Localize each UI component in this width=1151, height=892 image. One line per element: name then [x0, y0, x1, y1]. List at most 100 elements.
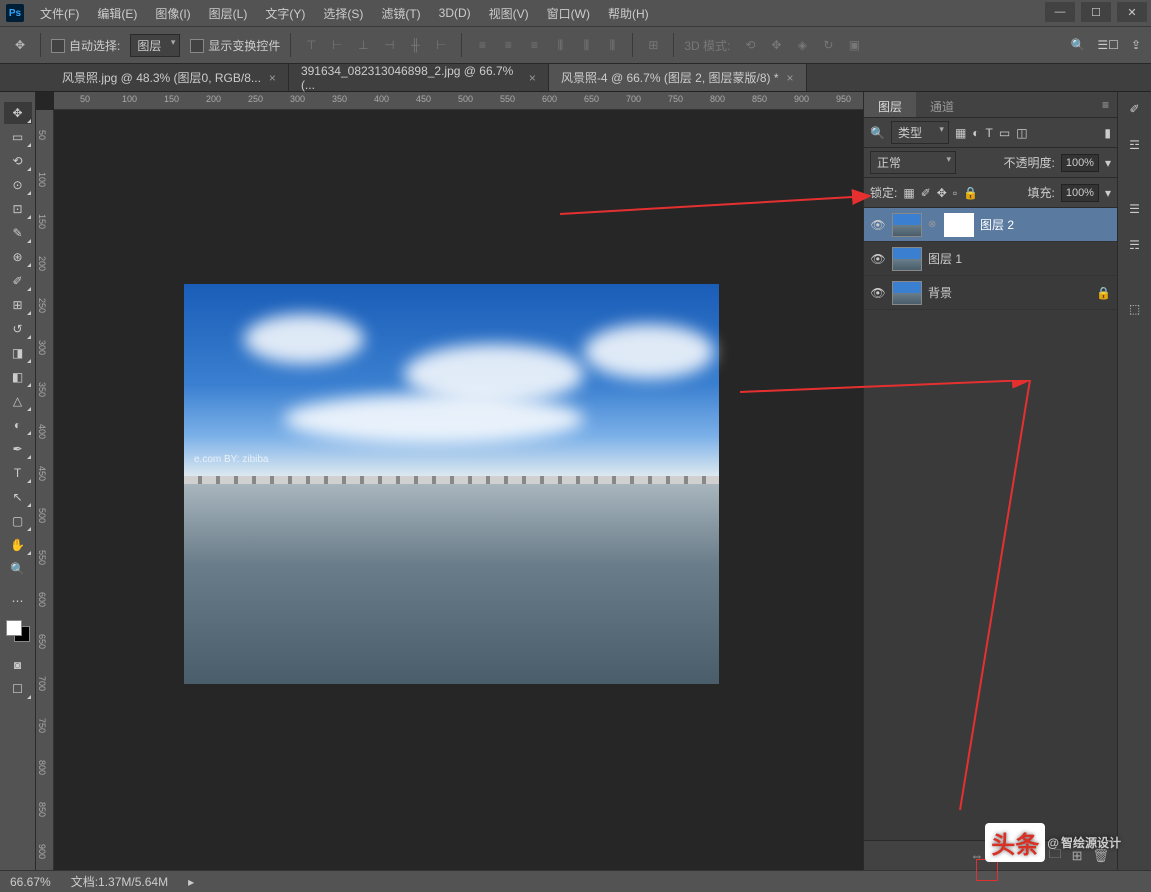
layer-name[interactable]: 图层 2 — [980, 216, 1014, 233]
status-more-icon[interactable]: ▸ — [188, 875, 194, 889]
close-button[interactable]: ✕ — [1117, 2, 1147, 22]
zoom-3d-icon[interactable]: ▣ — [844, 35, 864, 55]
dist-vcenter-icon[interactable]: ≡ — [498, 35, 518, 55]
filter-smart-icon[interactable]: ◫ — [1016, 126, 1027, 140]
layer-name[interactable]: 图层 1 — [928, 250, 962, 267]
search-icon[interactable]: 🔍 — [870, 126, 885, 140]
lock-pixels-icon[interactable]: ▦ — [903, 186, 914, 200]
layer-mask-thumbnail[interactable] — [944, 213, 974, 237]
lock-position-icon[interactable]: ✥ — [937, 186, 947, 200]
actions-panel-icon[interactable]: ☴ — [1124, 234, 1146, 256]
visibility-icon[interactable]: 👁 — [870, 217, 886, 233]
screen-mode[interactable]: ☐ — [4, 678, 32, 700]
align-right-icon[interactable]: ⊢ — [431, 35, 451, 55]
menu-type[interactable]: 文字(Y) — [257, 1, 313, 26]
layer-thumbnail[interactable] — [892, 213, 922, 237]
history-panel-icon[interactable]: ☰ — [1124, 198, 1146, 220]
crop-tool[interactable]: ⊡ — [4, 198, 32, 220]
filter-pixel-icon[interactable]: ▦ — [955, 126, 966, 140]
auto-select-checkbox[interactable]: 自动选择: — [51, 37, 120, 54]
chevron-down-icon[interactable]: ▾ — [1105, 156, 1111, 170]
foreground-color[interactable] — [6, 620, 22, 636]
marquee-tool[interactable]: ▭ — [4, 126, 32, 148]
menu-help[interactable]: 帮助(H) — [600, 1, 657, 26]
3d-panel-icon[interactable]: ⬚ — [1124, 298, 1146, 320]
layer-item-1[interactable]: 👁 图层 1 — [864, 242, 1117, 276]
menu-edit[interactable]: 编辑(E) — [89, 1, 145, 26]
align-bottom-icon[interactable]: ⊥ — [353, 35, 373, 55]
menu-3d[interactable]: 3D(D) — [431, 2, 479, 24]
brush-tool[interactable]: ✐ — [4, 270, 32, 292]
blend-mode-dropdown[interactable]: 正常 — [870, 151, 956, 174]
align-top-icon[interactable]: ⊤ — [301, 35, 321, 55]
menu-image[interactable]: 图像(I) — [147, 1, 198, 26]
layer-dropdown[interactable]: 图层 — [130, 34, 180, 57]
doc-tab-3[interactable]: 风景照-4 @ 66.7% (图层 2, 图层蒙版/8) *× — [549, 64, 807, 91]
opacity-value[interactable]: 100% — [1061, 154, 1099, 172]
dodge-tool[interactable]: ◐ — [4, 414, 32, 436]
ruler-horizontal[interactable]: 5010015020025030035040045050055060065070… — [54, 92, 863, 110]
doc-tab-1[interactable]: 风景照.jpg @ 48.3% (图层0, RGB/8...× — [50, 64, 289, 91]
patch-tool[interactable]: ⊛ — [4, 246, 32, 268]
mask-link-icon[interactable]: ⊗ — [928, 219, 938, 230]
workspace-icon[interactable]: ☰☐ — [1097, 38, 1119, 52]
canvas-area[interactable]: 5010015020025030035040045050055060065070… — [36, 92, 863, 870]
layer-item-2[interactable]: 👁 ⊗ 图层 2 — [864, 208, 1117, 242]
path-select-tool[interactable]: ↖ — [4, 486, 32, 508]
ruler-vertical[interactable]: 5010015020025030035040045050055060065070… — [36, 110, 54, 870]
fill-value[interactable]: 100% — [1061, 184, 1099, 202]
close-tab-icon[interactable]: × — [787, 71, 794, 85]
eraser-tool[interactable]: ◨ — [4, 342, 32, 364]
tab-layers[interactable]: 图层 — [864, 92, 916, 117]
canvas-image[interactable]: e.com BY: zibiba — [184, 284, 719, 684]
pan-3d-icon[interactable]: ✥ — [766, 35, 786, 55]
align-hcenter-icon[interactable]: ╫ — [405, 35, 425, 55]
slide-3d-icon[interactable]: ◈ — [792, 35, 812, 55]
type-tool[interactable]: T — [4, 462, 32, 484]
menu-layer[interactable]: 图层(L) — [201, 1, 256, 26]
quick-select-tool[interactable]: ⊙ — [4, 174, 32, 196]
menu-window[interactable]: 窗口(W) — [539, 1, 598, 26]
menu-view[interactable]: 视图(V) — [481, 1, 537, 26]
zoom-tool[interactable]: 🔍 — [4, 558, 32, 580]
filter-shape-icon[interactable]: ▭ — [999, 126, 1010, 140]
orbit-3d-icon[interactable]: ⟲ — [740, 35, 760, 55]
show-transform-checkbox[interactable]: 显示变换控件 — [190, 37, 280, 54]
lock-artboard-icon[interactable]: ▫ — [953, 186, 957, 200]
align-left-icon[interactable]: ⊣ — [379, 35, 399, 55]
menu-filter[interactable]: 滤镜(T) — [373, 1, 428, 26]
doc-tab-2[interactable]: 391634_082313046898_2.jpg @ 66.7% (...× — [289, 64, 549, 91]
close-tab-icon[interactable]: × — [269, 71, 276, 85]
visibility-icon[interactable]: 👁 — [870, 251, 886, 267]
lock-brush-icon[interactable]: ✐ — [921, 186, 931, 200]
maximize-button[interactable]: ☐ — [1081, 2, 1111, 22]
filter-toggle-icon[interactable]: ▮ — [1104, 126, 1111, 140]
dist-top-icon[interactable]: ≡ — [472, 35, 492, 55]
history-brush-tool[interactable]: ↺ — [4, 318, 32, 340]
close-tab-icon[interactable]: × — [529, 71, 536, 85]
layer-thumbnail[interactable] — [892, 247, 922, 271]
auto-align-icon[interactable]: ⊞ — [643, 35, 663, 55]
chevron-down-icon[interactable]: ▾ — [1105, 186, 1111, 200]
layer-item-bg[interactable]: 👁 背景 🔒 — [864, 276, 1117, 310]
edit-toolbar[interactable]: ⋯ — [4, 590, 32, 612]
dist-hcenter-icon[interactable]: ⫼ — [576, 35, 596, 55]
eyedropper-tool[interactable]: ✎ — [4, 222, 32, 244]
minimize-button[interactable]: — — [1045, 2, 1075, 22]
menu-file[interactable]: 文件(F) — [32, 1, 87, 26]
blur-tool[interactable]: △ — [4, 390, 32, 412]
hand-tool[interactable]: ✋ — [4, 534, 32, 556]
filter-adjust-icon[interactable]: ◐ — [972, 126, 979, 140]
brush-panel-icon[interactable]: ✐ — [1124, 98, 1146, 120]
visibility-icon[interactable]: 👁 — [870, 285, 886, 301]
tab-channels[interactable]: 通道 — [916, 92, 968, 117]
link-layers-icon[interactable]: ⇔ — [971, 848, 984, 863]
pen-tool[interactable]: ✒ — [4, 438, 32, 460]
zoom-level[interactable]: 66.67% — [10, 875, 51, 889]
stamp-tool[interactable]: ⊞ — [4, 294, 32, 316]
rotate-3d-icon[interactable]: ↻ — [818, 35, 838, 55]
search-icon[interactable]: 🔍 — [1070, 38, 1085, 52]
gradient-tool[interactable]: ◧ — [4, 366, 32, 388]
filter-type-icon[interactable]: T — [986, 126, 993, 140]
layer-name[interactable]: 背景 — [928, 284, 952, 301]
